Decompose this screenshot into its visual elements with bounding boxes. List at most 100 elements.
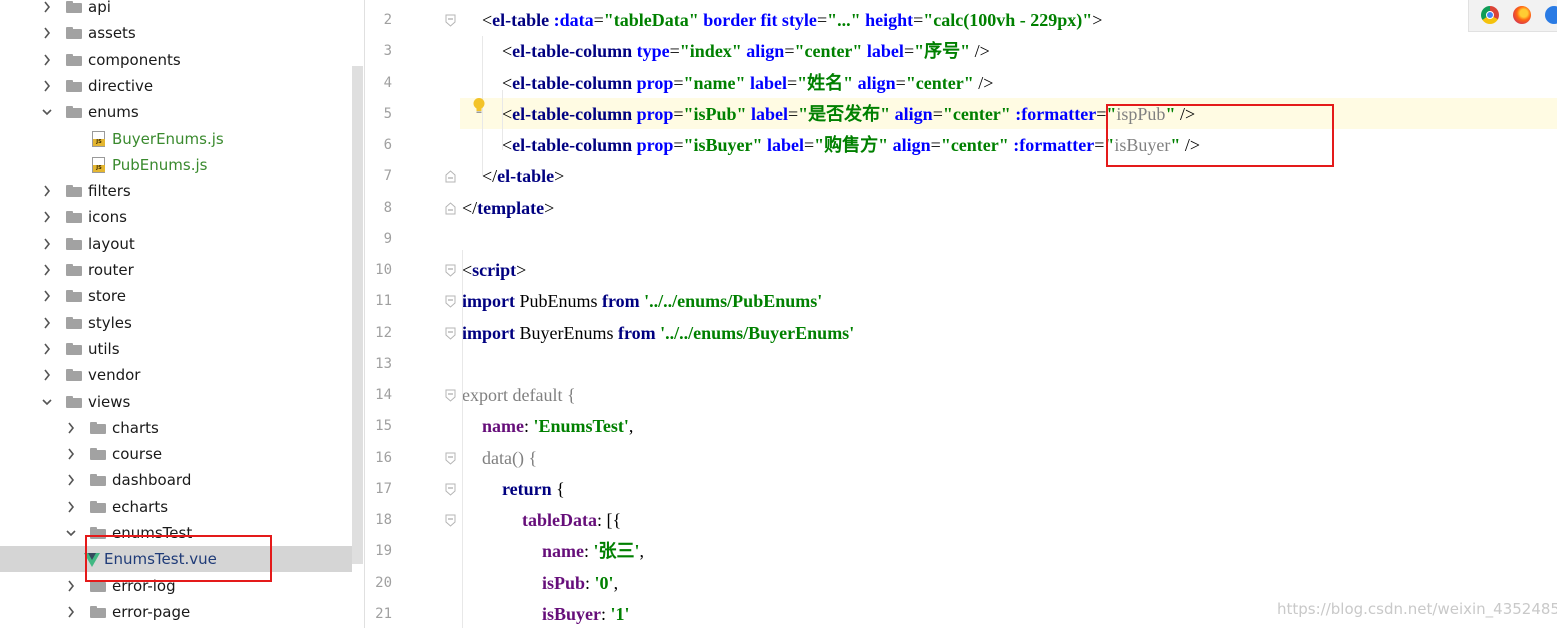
fold-icon[interactable] xyxy=(445,170,456,183)
fold-icon[interactable] xyxy=(445,389,456,402)
tree-item[interactable]: filters xyxy=(0,178,352,204)
code-line[interactable] xyxy=(460,223,1557,254)
tree-item[interactable]: course xyxy=(0,441,352,467)
chevron-down-icon[interactable] xyxy=(42,105,52,119)
fold-icon[interactable] xyxy=(445,452,456,465)
fold-icon[interactable] xyxy=(445,327,456,340)
code-token: :data xyxy=(553,10,594,30)
code-line[interactable]: </template> xyxy=(460,192,1557,223)
code-editor[interactable]: <el-table :data="tableData" border fit s… xyxy=(460,0,1557,628)
code-line[interactable]: <el-table-column prop="isPub" label="是否发… xyxy=(460,97,1557,129)
edge-icon[interactable] xyxy=(1545,6,1557,24)
chevron-right-icon[interactable] xyxy=(42,0,52,14)
tree-item[interactable]: dashboard xyxy=(0,467,352,493)
chevron-right-icon[interactable] xyxy=(42,342,52,356)
tree-item[interactable]: assets xyxy=(0,20,352,46)
code-line[interactable]: return { xyxy=(460,473,1557,504)
folder-icon xyxy=(66,211,82,224)
tree-item[interactable]: components xyxy=(0,47,352,73)
chevron-right-icon[interactable] xyxy=(66,500,76,514)
fold-icon[interactable] xyxy=(445,295,456,308)
tree-item-label: course xyxy=(112,445,163,464)
code-line[interactable]: name: 'EnumsTest', xyxy=(460,410,1557,441)
tree-item[interactable]: router xyxy=(0,257,352,283)
tree-item-label: enums xyxy=(88,103,139,122)
tree-item[interactable]: directive xyxy=(0,73,352,99)
tree-item-label: store xyxy=(88,287,126,306)
chevron-right-icon[interactable] xyxy=(42,79,52,93)
tree-item[interactable]: api xyxy=(0,0,352,20)
chevron-right-icon[interactable] xyxy=(42,368,52,382)
chevron-down-icon[interactable] xyxy=(66,526,76,540)
folder-icon xyxy=(66,1,82,13)
code-token: = xyxy=(786,72,798,93)
code-token: align xyxy=(892,135,931,155)
tree-item[interactable]: enums xyxy=(0,99,352,125)
fold-icon[interactable] xyxy=(445,483,456,496)
chevron-right-icon[interactable] xyxy=(66,605,76,619)
tree-item-label: layout xyxy=(88,234,135,253)
tree-item[interactable]: utils xyxy=(0,336,352,362)
code-line[interactable]: <el-table-column type="index" align="cen… xyxy=(460,35,1557,66)
fold-icon[interactable] xyxy=(445,14,456,27)
chevron-right-icon[interactable] xyxy=(42,26,52,40)
chevron-right-icon[interactable] xyxy=(66,579,76,593)
tree-scrollbar[interactable] xyxy=(352,66,363,564)
tree-item[interactable]: views xyxy=(0,389,352,415)
fold-icon[interactable] xyxy=(445,264,456,277)
code-token: > xyxy=(1092,10,1103,30)
code-line[interactable]: tableData: [{ xyxy=(460,504,1557,535)
chevron-right-icon[interactable] xyxy=(42,184,52,198)
code-token: = xyxy=(930,135,941,155)
lightbulb-icon[interactable] xyxy=(472,97,486,115)
code-line[interactable]: <el-table-column prop="name" label="姓名" … xyxy=(460,67,1557,98)
code-token: script xyxy=(472,260,517,280)
tree-item[interactable]: JS BuyerEnums.js xyxy=(0,126,352,152)
code-line[interactable]: import BuyerEnums from '../../enums/Buye… xyxy=(460,317,1557,348)
tree-item[interactable]: echarts xyxy=(0,494,352,520)
tree-item[interactable]: styles xyxy=(0,310,352,336)
tree-item[interactable]: error-page xyxy=(0,599,352,625)
code-line[interactable]: </el-table> xyxy=(460,160,1557,191)
chevron-right-icon[interactable] xyxy=(66,473,76,487)
code-line[interactable]: import PubEnums from '../../enums/PubEnu… xyxy=(460,285,1557,316)
code-line[interactable] xyxy=(460,348,1557,379)
chevron-right-icon[interactable] xyxy=(42,210,52,224)
tree-item[interactable]: JS PubEnums.js xyxy=(0,152,352,178)
folder-icon xyxy=(90,605,106,618)
chevron-down-icon[interactable] xyxy=(42,395,52,409)
code-token: tableData xyxy=(522,510,597,530)
chrome-icon[interactable] xyxy=(1481,6,1499,24)
code-token: return xyxy=(502,478,557,499)
chevron-right-icon[interactable] xyxy=(66,421,76,435)
firefox-icon[interactable] xyxy=(1513,6,1531,24)
tree-item[interactable]: icons xyxy=(0,204,352,230)
folder-icon xyxy=(66,106,82,119)
chevron-right-icon[interactable] xyxy=(42,316,52,330)
code-token: = xyxy=(804,135,815,155)
tree-item[interactable]: vendor xyxy=(0,362,352,388)
chevron-right-icon[interactable] xyxy=(42,263,52,277)
code-line[interactable]: <el-table :data="tableData" border fit s… xyxy=(460,4,1557,35)
code-line[interactable]: export default { xyxy=(460,379,1557,410)
tree-item[interactable]: charts xyxy=(0,415,352,441)
fold-icon[interactable] xyxy=(445,514,456,527)
tree-item[interactable]: layout xyxy=(0,231,352,257)
chevron-right-icon[interactable] xyxy=(66,447,76,461)
code-line[interactable]: name: '张三', xyxy=(460,535,1557,566)
chevron-right-icon[interactable] xyxy=(42,237,52,251)
tree-item-label: dashboard xyxy=(112,471,192,490)
code-line[interactable]: <el-table-column prop="isBuyer" label="购… xyxy=(460,129,1557,160)
code-line[interactable]: data() { xyxy=(460,442,1557,473)
fold-icon[interactable] xyxy=(445,201,456,215)
code-token: prop xyxy=(636,103,674,124)
chevron-right-icon[interactable] xyxy=(42,289,52,303)
tree-item[interactable]: store xyxy=(0,283,352,309)
code-token: > xyxy=(554,166,565,187)
line-number: 2 xyxy=(383,12,392,28)
chevron-right-icon[interactable] xyxy=(42,53,52,67)
code-text: import PubEnums from '../../enums/PubEnu… xyxy=(462,290,822,312)
tree-item-label: router xyxy=(88,261,134,279)
code-line[interactable]: <script> xyxy=(460,254,1557,285)
code-line[interactable]: isPub: '0', xyxy=(460,567,1557,598)
